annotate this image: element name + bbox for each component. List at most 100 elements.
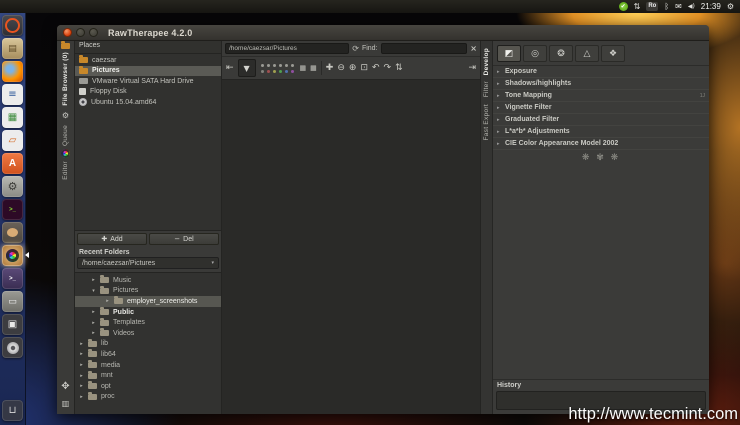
mail-icon[interactable]: ✉ (675, 0, 682, 13)
tab-color[interactable]: ❂ (549, 45, 573, 62)
expand-arrow-icon[interactable]: ▸ (91, 320, 96, 326)
launcher-item-trash[interactable]: ⊔ (2, 400, 23, 421)
expand-right-icon[interactable]: ⇥ (468, 64, 476, 73)
titlebar[interactable]: RawTherapee 4.2.0 (57, 25, 709, 41)
path-input[interactable]: /home/caezsar/Pictures (225, 43, 349, 54)
tab-filter[interactable]: Filter (483, 81, 490, 97)
places-item-vmware-drive[interactable]: VMware Virtual SATA Hard Drive (75, 76, 221, 87)
launcher-item-libreoffice-writer[interactable]: ≡ (2, 84, 23, 105)
clock[interactable]: 21:39 (701, 2, 721, 11)
expand-arrow-icon[interactable]: ▸ (79, 341, 84, 347)
launcher-item-gimp[interactable] (2, 222, 23, 243)
del-place-button[interactable]: −Del (149, 233, 219, 245)
find-input[interactable] (381, 43, 468, 54)
expand-arrow-icon[interactable]: ▸ (91, 277, 96, 283)
maximize-button[interactable] (89, 28, 98, 37)
tree-item-opt[interactable]: ▸opt (75, 381, 221, 392)
tool-expander-exposure[interactable]: ▸Exposure (493, 66, 709, 78)
app-indicator-badge[interactable]: Ro (646, 2, 658, 11)
close-button[interactable] (63, 28, 72, 37)
expand-arrow-icon[interactable]: ▸ (91, 309, 96, 315)
tab-exposure[interactable]: ◩ (497, 45, 521, 62)
launcher-item-printer[interactable]: ▭ (2, 291, 23, 312)
tab-detail[interactable]: ◎ (523, 45, 547, 62)
tool-expander-vignette-filter[interactable]: ▸Vignette Filter (493, 102, 709, 114)
tool-expander-tone-mapping[interactable]: ▸Tone Mapping1J (493, 90, 709, 102)
session-gear-icon[interactable]: ⚙ (727, 0, 734, 13)
tree-item-music[interactable]: ▸Music (75, 275, 221, 286)
recent-folders-dropdown[interactable]: /home/caezsar/Pictures ▾ (77, 257, 219, 269)
launcher-item-system-settings[interactable]: ⚙ (2, 176, 23, 197)
tab-advanced[interactable]: △ (575, 45, 599, 62)
bluetooth-icon[interactable]: ᛒ (664, 0, 669, 13)
filmstrip-toggle-icon[interactable]: ▥ (62, 399, 70, 408)
tree-item-media[interactable]: ▸media (75, 360, 221, 371)
move-pan-icon[interactable]: ✥ (61, 381, 69, 392)
places-item-caezsar[interactable]: caezsar (75, 55, 221, 66)
tree-item-public[interactable]: ▸Public (75, 307, 221, 318)
exposure-tab-icon: ◩ (505, 49, 514, 59)
tab-editor[interactable]: Editor (62, 161, 69, 180)
printer-icon: ▭ (8, 297, 17, 307)
launcher-item-libreoffice-impress[interactable]: ▱ (2, 130, 23, 151)
tool-expander-shadows-highlights[interactable]: ▸Shadows/highlights (493, 78, 709, 90)
tool-expander-lab-adjustments[interactable]: ▸L*a*b* Adjustments (493, 126, 709, 138)
launcher-item-rawtherapee[interactable] (2, 245, 23, 266)
close-find-icon[interactable]: × (470, 44, 477, 53)
tab-file-browser[interactable]: File Browser (0) (62, 52, 69, 106)
expand-arrow-icon[interactable]: ▸ (79, 383, 84, 389)
refresh-icon[interactable]: ⟳ (352, 44, 359, 53)
zoom-fit-icon[interactable]: ⊡ (360, 64, 368, 73)
tree-item-proc[interactable]: ▸proc (75, 392, 221, 403)
zoom-out-icon[interactable]: ⊖ (337, 64, 345, 73)
tab-queue[interactable]: Queue (62, 125, 69, 146)
minimize-button[interactable] (76, 28, 85, 37)
rank-color-filter-cluster[interactable] (260, 62, 296, 74)
collapse-arrow-icon[interactable]: ▾ (91, 288, 96, 294)
launcher-item-purple-terminal[interactable]: >_ (2, 268, 23, 289)
expand-arrow-icon[interactable]: ▸ (79, 373, 84, 379)
launcher-item-software-center[interactable]: A (2, 153, 23, 174)
flip-icon[interactable]: ⇅ (395, 64, 403, 73)
tree-item-pictures[interactable]: ▾Pictures (75, 286, 221, 297)
places-item-ubuntu-iso[interactable]: Ubuntu 15.04.amd64 (75, 97, 221, 108)
launcher-item-dash-home[interactable] (2, 15, 23, 36)
launcher-item-disc[interactable] (2, 337, 23, 358)
thumbnail-area[interactable] (222, 80, 480, 414)
filter-funnel-button[interactable]: ▼ (238, 59, 256, 77)
expand-arrow-icon[interactable]: ▸ (91, 330, 96, 336)
tab-develop[interactable]: Develop (483, 48, 490, 75)
expand-arrow-icon[interactable]: ▸ (105, 298, 110, 304)
expand-arrow-icon[interactable]: ▸ (79, 394, 84, 400)
places-item-floppy[interactable]: Floppy Disk (75, 87, 221, 98)
launcher-item-terminal[interactable]: >_ (2, 199, 23, 220)
update-check-icon[interactable]: ✔ (619, 2, 628, 11)
places-item-pictures[interactable]: Pictures (75, 66, 221, 77)
network-traffic-icon[interactable]: ⇅ (634, 0, 641, 13)
expand-arrow-icon[interactable]: ▸ (79, 351, 84, 357)
volume-icon[interactable]: ◀) (688, 0, 695, 13)
launcher-item-libreoffice-calc[interactable]: ▦ (2, 107, 23, 128)
launcher-item-files[interactable]: ▤ (2, 38, 23, 59)
collapse-left-icon[interactable]: ⇤ (226, 64, 234, 73)
zoom-in-icon[interactable]: ⊕ (349, 64, 357, 73)
rotate-left-icon[interactable]: ↶ (372, 64, 380, 73)
tab-fast-export[interactable]: Fast Export (483, 104, 490, 141)
tree-item-lib64[interactable]: ▸lib64 (75, 349, 221, 360)
tree-item-mnt[interactable]: ▸mnt (75, 370, 221, 381)
thumb-size-plus-icon[interactable]: ✚ (326, 64, 334, 73)
add-place-button[interactable]: ✚Add (77, 233, 147, 245)
expand-arrow-icon[interactable]: ▸ (79, 362, 84, 368)
tab-transform[interactable]: ❖ (601, 45, 625, 62)
launcher-item-firefox[interactable] (2, 61, 23, 82)
launcher-item-floppy[interactable]: ▣ (2, 314, 23, 335)
tree-item-employer-screenshots[interactable]: ▸employer_screenshots (75, 296, 221, 307)
tool-expander-cie-cam-2002[interactable]: ▸CIE Color Appearance Model 2002 (493, 138, 709, 150)
tree-item-videos[interactable]: ▸Videos (75, 328, 221, 339)
tree-item-templates[interactable]: ▸Templates (75, 317, 221, 328)
edited-filter-icon[interactable]: ▦ (300, 65, 307, 72)
saved-filter-icon[interactable]: ▦ (310, 65, 317, 72)
tool-expander-graduated-filter[interactable]: ▸Graduated Filter (493, 114, 709, 126)
rotate-right-icon[interactable]: ↷ (384, 64, 392, 73)
tree-item-lib[interactable]: ▸lib (75, 339, 221, 350)
